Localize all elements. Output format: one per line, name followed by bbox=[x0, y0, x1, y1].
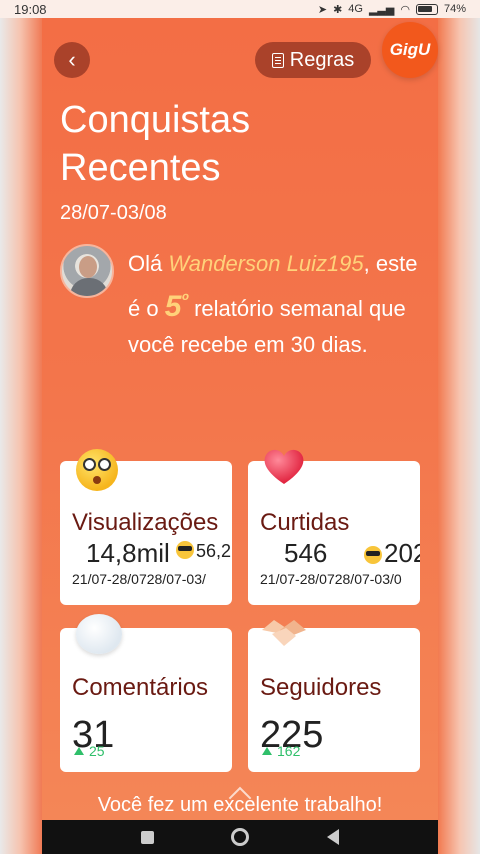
followers-label: Seguidores bbox=[260, 674, 382, 701]
arrow-up-icon bbox=[74, 747, 84, 755]
comments-label: Comentários bbox=[72, 674, 209, 701]
battery-icon bbox=[415, 3, 438, 15]
network-label: 4G bbox=[348, 3, 363, 15]
followers-delta-value: 162 bbox=[277, 743, 301, 759]
location-icon: ➤ bbox=[317, 3, 328, 16]
likes-compare-value: 2024 bbox=[384, 538, 420, 568]
handshake-icon bbox=[262, 620, 306, 646]
back-button[interactable]: ‹ bbox=[54, 42, 90, 78]
likes-dates: 21/07-28/0728/07-03/0 bbox=[260, 571, 402, 587]
report-ordinal: º bbox=[181, 290, 188, 310]
comments-delta-value: 25 bbox=[89, 743, 105, 759]
signal-icon: ▂▃▅ bbox=[368, 3, 395, 16]
views-dates: 21/07-28/0728/07-03/ bbox=[72, 571, 206, 587]
bluetooth-icon: ✱ bbox=[333, 3, 343, 16]
page-title: Conquistas Recentes bbox=[60, 96, 250, 192]
arrow-up-icon bbox=[262, 747, 272, 755]
views-compare-value: 56,2m bbox=[196, 541, 232, 561]
status-icons: ➤ ✱ 4G ▂▃▅ ◠ 74% bbox=[318, 3, 466, 16]
likes-value: 546 bbox=[284, 538, 328, 568]
system-nav-bar bbox=[42, 820, 438, 854]
comments-delta: 25 bbox=[74, 743, 105, 759]
greeting-text: Olá Wanderson Luiz195, este é o 5º relat… bbox=[128, 246, 418, 363]
views-label: Visualizações bbox=[72, 509, 219, 536]
avatar-face bbox=[79, 256, 97, 278]
report-number: 5 bbox=[164, 290, 182, 323]
avatar-body bbox=[70, 278, 108, 296]
greeting-hello: Olá bbox=[128, 251, 163, 276]
rules-button[interactable]: Regras bbox=[255, 42, 371, 78]
back-nav-button[interactable] bbox=[327, 829, 340, 845]
home-button[interactable] bbox=[231, 828, 250, 846]
sunglasses-face-icon bbox=[176, 541, 194, 559]
speech-bubble-icon bbox=[76, 614, 122, 654]
views-value: 14,8mil bbox=[86, 538, 170, 568]
date-range: 28/07-03/08 bbox=[60, 202, 167, 224]
screen: 19:08 ➤ ✱ 4G ▂▃▅ ◠ 74% ‹ Regras GigU Con… bbox=[0, 0, 480, 854]
achievements-page: ‹ Regras GigU Conquistas Recentes 28/07-… bbox=[42, 18, 438, 820]
sunglasses-face-icon bbox=[364, 546, 382, 564]
rules-label: Regras bbox=[289, 48, 355, 71]
user-name: Wanderson Luiz195 bbox=[168, 251, 364, 276]
title-line-1: Conquistas bbox=[60, 99, 251, 141]
likes-label: Curtidas bbox=[260, 509, 350, 536]
status-bar: 19:08 ➤ ✱ 4G ▂▃▅ ◠ 74% bbox=[0, 0, 480, 18]
battery-percent: 74% bbox=[443, 3, 466, 15]
status-time: 19:08 bbox=[14, 1, 47, 17]
wifi-icon: ◠ bbox=[400, 3, 410, 16]
followers-delta: 162 bbox=[262, 743, 300, 759]
views-compare: 56,2m bbox=[176, 541, 232, 562]
avatar bbox=[60, 244, 114, 298]
heart-icon bbox=[264, 449, 304, 484]
logo-text: GigU bbox=[389, 40, 431, 59]
footer-message: Você fez um excelente trabalho! bbox=[97, 794, 383, 816]
document-icon bbox=[271, 52, 284, 68]
recent-apps-button[interactable] bbox=[140, 830, 154, 844]
chevron-left-icon: ‹ bbox=[68, 47, 76, 72]
astonished-mouth bbox=[93, 476, 101, 484]
likes-compare: 2024 bbox=[364, 538, 420, 569]
title-line-2: Recentes bbox=[60, 147, 221, 189]
gigu-logo[interactable]: GigU bbox=[382, 22, 438, 78]
astonished-face-icon bbox=[76, 449, 118, 491]
